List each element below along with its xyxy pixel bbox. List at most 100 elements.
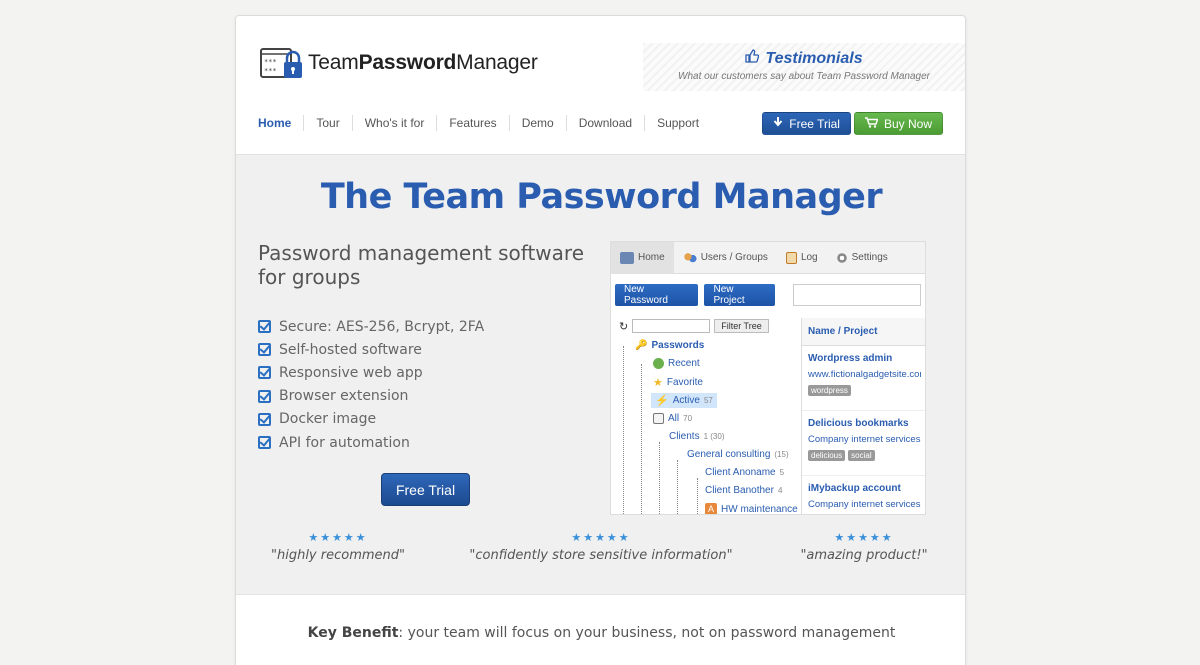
free-trial-label: Free Trial xyxy=(789,116,840,131)
logo[interactable]: *** *** TeamPasswordManager xyxy=(260,44,538,82)
log-icon xyxy=(785,251,797,264)
logo-text: TeamPasswordManager xyxy=(308,51,538,75)
list-item: Wordpress admin www.fictionalgadgetsite.… xyxy=(802,346,925,411)
tree-node-client-anoname: Client Anoname 5 xyxy=(705,467,784,478)
svg-text:***: *** xyxy=(264,67,277,75)
svg-text:***: *** xyxy=(264,58,277,66)
hero-section: The Team Password Manager Password manag… xyxy=(236,154,965,595)
nav-download[interactable]: Download xyxy=(565,115,644,131)
free-trial-button[interactable]: Free Trial xyxy=(762,112,851,135)
app-tab-label: Settings xyxy=(851,252,888,263)
checkbox-icon xyxy=(258,320,271,334)
app-tab-log: Log xyxy=(777,242,827,274)
feature-item: Self-hosted software xyxy=(258,338,484,361)
logo-text-pre: Team xyxy=(308,51,359,74)
review: ★★★★★ "amazing product!" xyxy=(800,531,927,563)
download-arrow-icon xyxy=(773,116,783,131)
thumbs-up-icon xyxy=(745,49,760,68)
tree-guide xyxy=(659,442,660,514)
tree-label: Client Banother xyxy=(705,485,774,496)
gear-icon xyxy=(835,251,848,264)
header-buttons: Free Trial Buy Now xyxy=(762,112,943,135)
feature-label: Self-hosted software xyxy=(279,341,422,358)
tree-node-active: ⚡ Active 57 xyxy=(651,393,717,408)
hero-title: The Team Password Manager xyxy=(320,177,883,217)
project-a-icon: A xyxy=(705,503,717,514)
feature-list: Secure: AES-256, Bcrypt, 2FA Self-hosted… xyxy=(258,315,484,454)
tree-count: 70 xyxy=(683,414,693,423)
hero-free-trial-button[interactable]: Free Trial xyxy=(381,473,470,506)
page-container: *** *** TeamPasswordManager Testimonials… xyxy=(235,15,966,665)
review-quote: "confidently store sensitive information… xyxy=(469,548,733,563)
checkbox-icon xyxy=(258,366,271,380)
tree-label: Recent xyxy=(668,358,700,369)
nav-demo[interactable]: Demo xyxy=(508,115,566,131)
home-lock-icon xyxy=(620,251,634,264)
new-project-button: New Project xyxy=(704,284,776,306)
nav-tour[interactable]: Tour xyxy=(303,115,351,131)
tag: wordpress xyxy=(808,385,851,396)
tree-count: 4 xyxy=(777,486,783,495)
tree-label: Favorite xyxy=(666,377,703,388)
item-project: Company internet services xyxy=(808,434,921,445)
app-tab-label: Home xyxy=(638,252,665,263)
tree-node-passwords: 🔑 Passwords xyxy=(635,340,704,351)
filter-input xyxy=(632,319,711,333)
tree-label: Clients xyxy=(669,431,700,442)
nav-support[interactable]: Support xyxy=(644,115,711,131)
item-name: Delicious bookmarks xyxy=(808,418,909,429)
users-icon xyxy=(682,251,697,264)
filter-tree-button: Filter Tree xyxy=(714,319,769,333)
lightning-icon: ⚡ xyxy=(655,395,669,407)
buy-now-label: Buy Now xyxy=(883,116,932,131)
checkbox-icon xyxy=(258,389,271,403)
tree-label: HW maintenance xyxy=(721,503,798,515)
tree-node-all: All 70 xyxy=(653,413,692,424)
project-tree: ↻ Filter Tree 🔑 Passwords Recent ★ Favor… xyxy=(611,318,801,515)
feature-item: Responsive web app xyxy=(258,361,484,384)
nav-features[interactable]: Features xyxy=(436,115,508,131)
app-tab-users: Users / Groups xyxy=(674,242,777,274)
testimonials-subtitle: What our customers say about Team Passwo… xyxy=(678,71,930,82)
feature-item: API for automation xyxy=(258,431,484,454)
tree-label: General consulting xyxy=(687,449,771,460)
list-icon xyxy=(653,413,664,424)
item-project: Company internet services xyxy=(808,499,921,510)
tree-label: Client Anoname xyxy=(705,467,776,478)
testimonials-title: Testimonials xyxy=(765,49,863,67)
buy-now-button[interactable]: Buy Now xyxy=(853,112,943,135)
app-tab-home: Home xyxy=(611,242,674,274)
filter-row: ↻ Filter Tree xyxy=(611,318,801,334)
checkbox-icon xyxy=(258,343,271,357)
checkbox-icon xyxy=(258,436,271,450)
hero-subtitle: Password management software for groups xyxy=(258,241,584,289)
feature-label: Responsive web app xyxy=(279,364,423,381)
testimonials-banner[interactable]: Testimonials What our customers say abou… xyxy=(643,43,965,91)
lock-icon: *** *** xyxy=(260,44,304,82)
nav-whos-it-for[interactable]: Who's it for xyxy=(351,115,437,131)
tag: social xyxy=(848,450,875,461)
list-item: Delicious bookmarks Company internet ser… xyxy=(802,411,925,476)
item-project: www.fictionalgadgetsite.com xyxy=(808,369,921,380)
tree-label: Active xyxy=(672,395,700,406)
feature-item: Docker image xyxy=(258,408,484,431)
key-benefit-label: Key Benefit xyxy=(307,625,399,641)
item-name: iMybackup account xyxy=(808,483,901,494)
password-list: Name / Project Wordpress admin www.ficti… xyxy=(801,318,925,514)
nav-home[interactable]: Home xyxy=(258,115,303,131)
tree-guide xyxy=(641,364,642,514)
feature-item: Secure: AES-256, Bcrypt, 2FA xyxy=(258,315,484,338)
key-benefit: Key Benefit: your team will focus on you… xyxy=(236,625,965,641)
cart-icon xyxy=(864,116,879,131)
review-quote: "highly recommend" xyxy=(271,548,405,563)
star-icon: ★ xyxy=(653,377,663,389)
tree-count: 57 xyxy=(703,396,713,405)
tree-node-favorite: ★ Favorite xyxy=(653,376,703,389)
tree-label: Passwords xyxy=(651,340,705,351)
tree-node-general-consulting: General consulting (15) xyxy=(687,449,789,460)
tag: delicious xyxy=(808,450,846,461)
review: ★★★★★ "confidently store sensitive infor… xyxy=(469,531,732,563)
recent-icon xyxy=(653,358,664,369)
tree-node-recent: Recent xyxy=(653,358,700,369)
review: ★★★★★ "highly recommend" xyxy=(271,531,405,563)
